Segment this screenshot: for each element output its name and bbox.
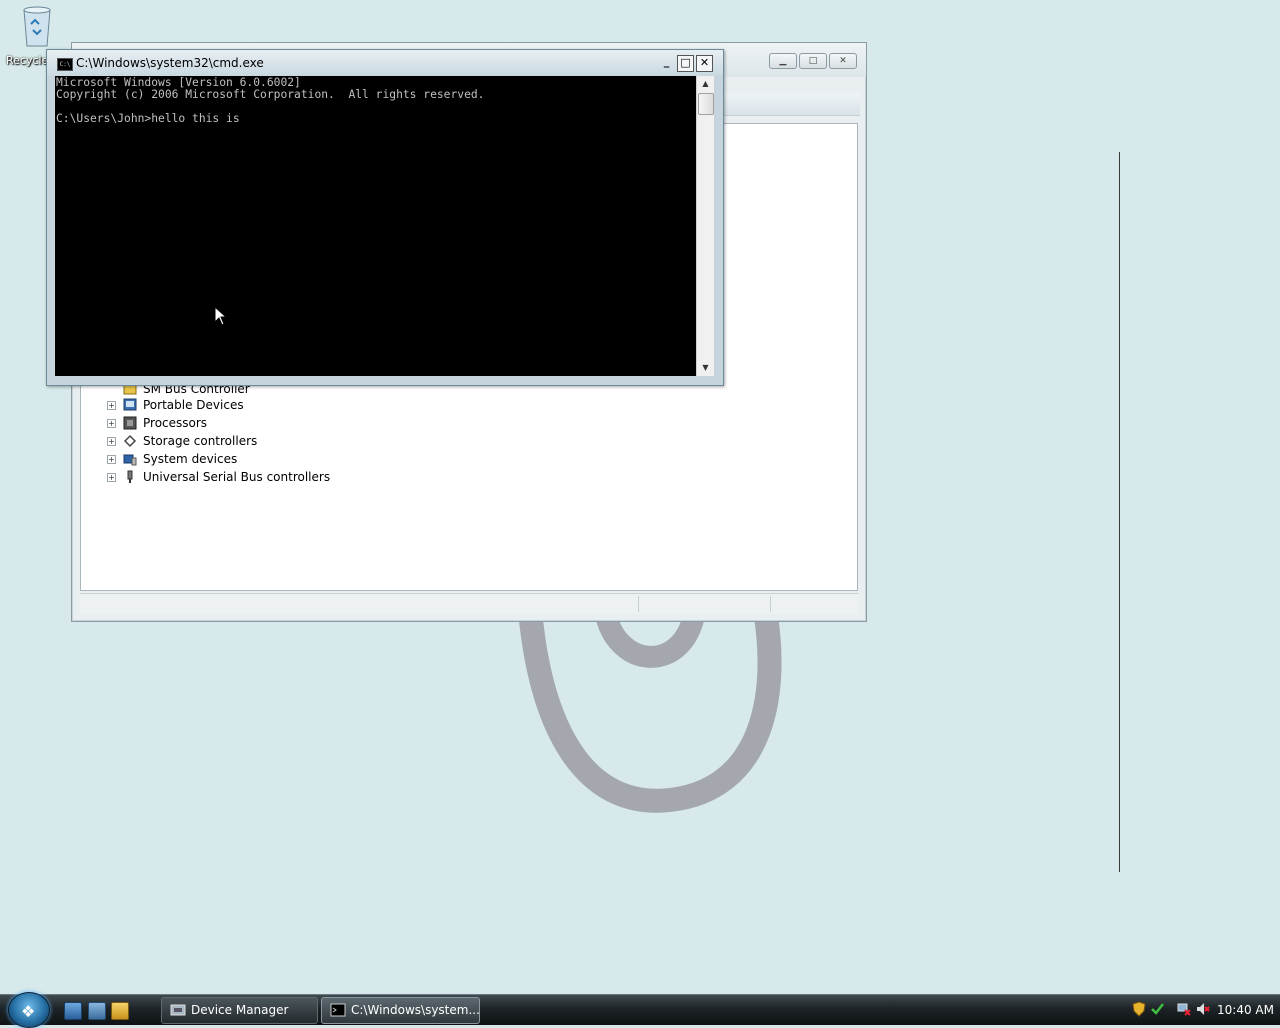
scrollbar-thumb[interactable] (698, 93, 714, 115)
usb-icon (127, 470, 133, 483)
network-disconnected-icon[interactable] (1177, 1001, 1191, 1017)
taskbar-button-label: Device Manager (191, 1003, 289, 1017)
desktop: Recycle ▁ □ ✕ SM Bus Controller + Portab… (0, 0, 1280, 994)
cmd-icon (330, 1003, 346, 1017)
console-prompt-line: C:\Users\John>hello this is (56, 112, 240, 125)
scroll-down-arrow-icon[interactable]: ▼ (698, 360, 713, 375)
taskbar: ❖ Device Manager C:\Windows\system... 10… (0, 992, 1280, 1028)
mouse-pointer-icon (214, 306, 226, 326)
recycle-bin-icon (23, 6, 51, 47)
media-player-icon[interactable] (111, 1002, 129, 1020)
show-desktop-icon[interactable] (64, 1002, 82, 1020)
tree-item-label: Processors (143, 416, 208, 430)
start-button[interactable]: ❖ (8, 992, 50, 1028)
tree-item-label: Portable Devices (143, 398, 244, 412)
status-divider (770, 596, 771, 612)
volume-muted-icon[interactable] (1196, 1001, 1210, 1017)
cmd-window[interactable]: C:\ C:\Windows\system32\cmd.exe _ □ ✕ Mi… (46, 49, 724, 386)
checkmark-update-icon[interactable] (1150, 1001, 1164, 1017)
desktop-divider-line (1119, 152, 1120, 872)
expand-icon[interactable]: + (107, 401, 116, 410)
recycle-bin-label: Recycle (6, 54, 49, 67)
cmd-minimize-button[interactable]: _ (659, 55, 674, 70)
cmd-close-button[interactable]: ✕ (696, 55, 713, 72)
close-button[interactable]: ✕ (829, 53, 857, 69)
windows-logo-icon: ❖ (21, 1002, 36, 1021)
taskbar-button-cmd[interactable]: C:\Windows\system... (321, 997, 480, 1024)
minimize-button[interactable]: ▁ (769, 53, 797, 69)
security-shield-icon[interactable] (1132, 1001, 1146, 1017)
console-output[interactable]: Microsoft Windows [Version 6.0.6002] Cop… (55, 76, 696, 376)
cmd-titlebar[interactable]: C:\ C:\Windows\system32\cmd.exe _ □ ✕ (47, 50, 723, 76)
cmd-vertical-scrollbar[interactable]: ▲ ▼ (696, 76, 714, 376)
status-bar (80, 593, 858, 614)
storage-controller-icon (123, 434, 137, 448)
expand-icon[interactable]: + (107, 455, 116, 464)
switch-windows-icon[interactable] (88, 1002, 106, 1020)
wallpaper-swirl (518, 600, 782, 813)
taskbar-button-device-manager[interactable]: Device Manager (161, 997, 318, 1024)
processor-icon (123, 416, 137, 430)
expand-icon[interactable]: + (107, 437, 116, 446)
maximize-button[interactable]: □ (799, 53, 827, 69)
cmd-app-icon[interactable]: C:\ (57, 58, 73, 71)
expand-icon[interactable]: + (107, 473, 116, 482)
cmd-maximize-button[interactable]: □ (677, 55, 694, 72)
scroll-up-arrow-icon[interactable]: ▲ (698, 76, 713, 91)
taskbar-button-label: C:\Windows\system... (351, 1003, 480, 1017)
console-line: Copyright (c) 2006 Microsoft Corporation… (56, 88, 485, 101)
cmd-window-title: C:\Windows\system32\cmd.exe (76, 56, 264, 70)
tree-item-label: System devices (143, 452, 238, 466)
system-clock[interactable]: 10:40 AM (1217, 995, 1274, 1025)
status-divider (638, 596, 639, 612)
system-devices-icon (123, 454, 137, 466)
portable-device-icon (123, 398, 137, 411)
tree-item-label: Storage controllers (143, 434, 258, 448)
expand-icon[interactable]: + (107, 419, 116, 428)
tree-item-label: Universal Serial Bus controllers (143, 470, 331, 484)
device-manager-icon (170, 1004, 186, 1016)
